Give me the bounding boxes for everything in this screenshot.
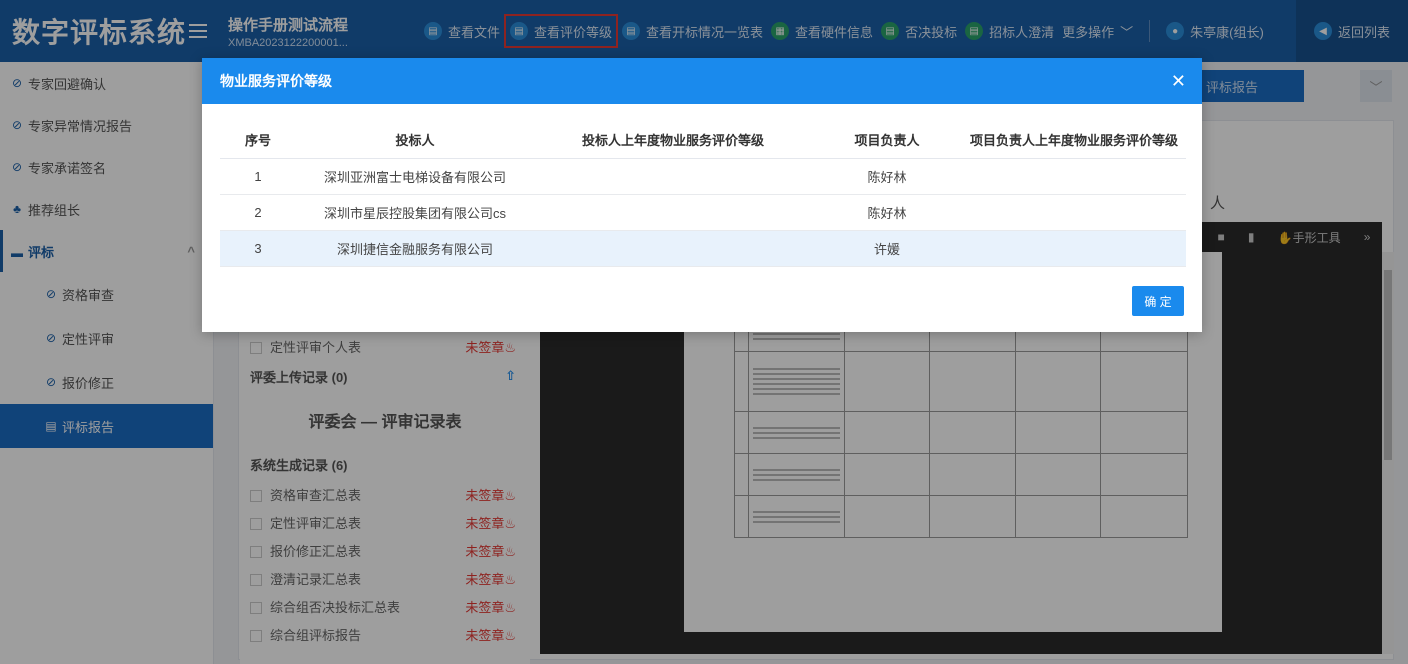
cell-bidder: 深圳亚洲富士电梯设备有限公司 [296, 158, 534, 195]
cell-bidder: 深圳市星辰控股集团有限公司cs [296, 194, 534, 231]
cell-manager: 陈好林 [812, 194, 962, 231]
cell-bidder-grade [534, 194, 812, 231]
modal-header: 物业服务评价等级 ✕ [202, 58, 1202, 104]
rating-table: 序号 投标人 投标人上年度物业服务评价等级 项目负责人 项目负责人上年度物业服务… [220, 122, 1186, 267]
cell-no: 2 [220, 194, 296, 231]
column-header: 投标人 [296, 122, 534, 159]
cell-manager: 许媛 [812, 230, 962, 267]
modal-title: 物业服务评价等级 [220, 73, 332, 89]
cell-bidder-grade [534, 230, 812, 267]
table-row[interactable]: 3 深圳捷信金融服务有限公司 许媛 [220, 230, 1186, 267]
cell-no: 3 [220, 230, 296, 267]
cell-bidder: 深圳捷信金融服务有限公司 [296, 230, 534, 267]
cell-manager-grade [962, 158, 1186, 195]
column-header: 投标人上年度物业服务评价等级 [534, 122, 812, 159]
cell-no: 1 [220, 158, 296, 195]
table-header-row: 序号 投标人 投标人上年度物业服务评价等级 项目负责人 项目负责人上年度物业服务… [220, 122, 1186, 159]
close-icon[interactable]: ✕ [1171, 71, 1186, 92]
cell-manager: 陈好林 [812, 158, 962, 195]
cell-bidder-grade [534, 158, 812, 195]
rating-modal: 物业服务评价等级 ✕ 序号 投标人 投标人上年度物业服务评价等级 项目负责人 项… [202, 58, 1202, 332]
confirm-button[interactable]: 确 定 [1132, 286, 1184, 316]
column-header: 项目负责人 [812, 122, 962, 159]
cell-manager-grade [962, 194, 1186, 231]
table-row[interactable]: 1 深圳亚洲富士电梯设备有限公司 陈好林 [220, 158, 1186, 195]
column-header: 项目负责人上年度物业服务评价等级 [962, 122, 1186, 159]
column-header: 序号 [220, 122, 296, 159]
table-row[interactable]: 2 深圳市星辰控股集团有限公司cs 陈好林 [220, 194, 1186, 231]
cell-manager-grade [962, 230, 1186, 267]
